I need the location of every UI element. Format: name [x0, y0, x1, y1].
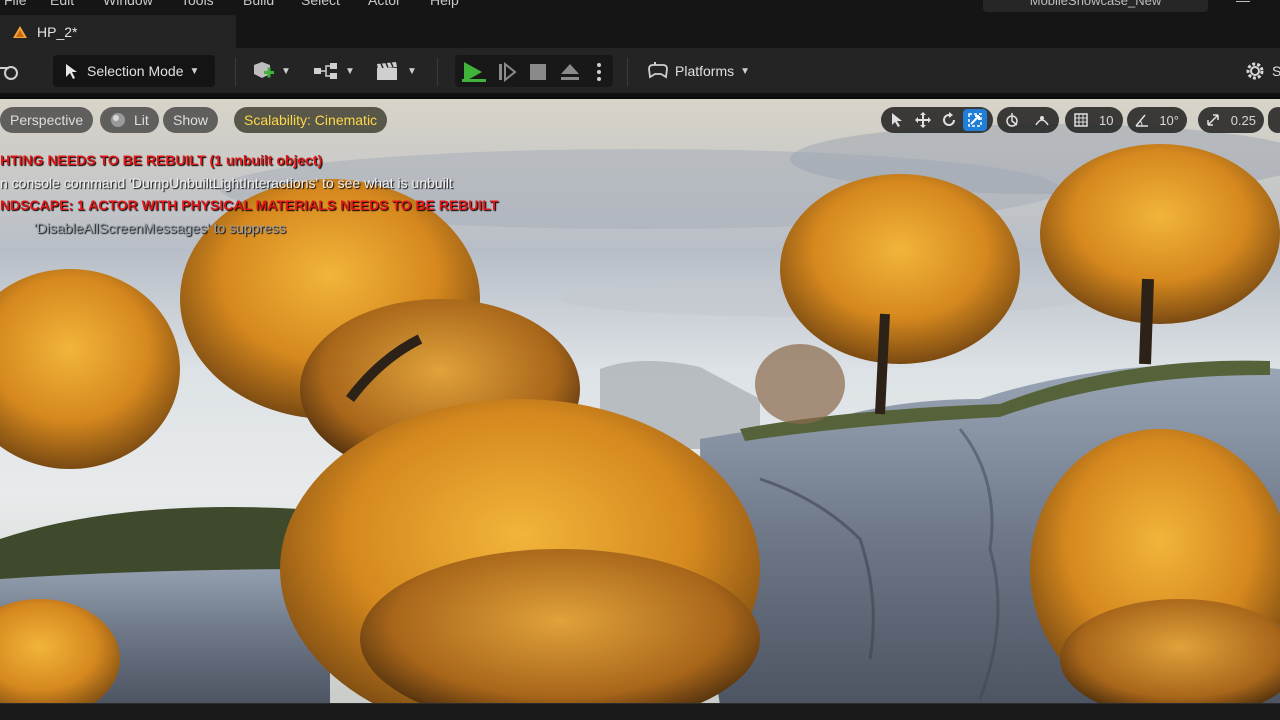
show-button[interactable]: Show: [163, 107, 219, 133]
lighting-rebuild-warning: HTING NEEDS TO BE REBUILT (1 unbuilt obj…: [0, 152, 323, 168]
chevron-down-icon: ▼: [189, 65, 200, 77]
menu-edit[interactable]: Edit: [50, 0, 74, 8]
bottom-status-bar: [0, 703, 1280, 720]
platforms-label: Platforms: [675, 63, 735, 79]
menu-build[interactable]: Build: [243, 0, 274, 8]
toolbar-divider: [627, 58, 628, 86]
grid-snap-value: 10: [1099, 112, 1114, 128]
rotate-icon[interactable]: [937, 109, 961, 131]
rotation-snap-control[interactable]: 10°: [1127, 107, 1187, 133]
chevron-down-icon: ▼: [407, 65, 417, 77]
lit-sphere-icon: [111, 113, 125, 127]
console-hint-message: n console command 'DumpUnbuiltLightInter…: [0, 175, 453, 191]
scale-snap-value: 0.25: [1230, 112, 1256, 128]
scalability-label: Scalability: Cinematic: [244, 112, 378, 128]
platforms-icon: [648, 62, 668, 79]
blueprint-button[interactable]: ▼: [313, 55, 355, 87]
add-actor-button[interactable]: ▼: [251, 55, 291, 87]
coordinate-tools: [997, 107, 1059, 133]
cinematics-button[interactable]: ▼: [375, 55, 417, 87]
cinematics-icon: [377, 62, 397, 80]
show-label: Show: [173, 112, 209, 128]
settings-icon: [1246, 62, 1264, 80]
play-controls: [455, 55, 613, 87]
add-actor-icon: [254, 62, 274, 78]
minimize-icon[interactable]: —: [1236, 0, 1250, 8]
landscape-rebuild-warning: NDSCAPE: 1 ACTOR WITH PHYSICAL MATERIALS…: [0, 197, 499, 213]
selection-mode-label: Selection Mode: [87, 63, 184, 79]
toolbar-divider: [437, 58, 438, 86]
menu-select[interactable]: Select: [301, 0, 340, 8]
menu-bar: File Edit Window Tools Build Select Acto…: [0, 0, 1280, 12]
scale-snap-icon: [1202, 109, 1225, 131]
menu-file[interactable]: File: [4, 0, 27, 8]
view-mode-label: Perspective: [10, 112, 84, 128]
selection-mode-button[interactable]: Selection Mode ▼: [53, 55, 215, 87]
scale-icon[interactable]: [963, 109, 987, 131]
lighting-mode-label: Lit: [134, 112, 149, 128]
grid-snap-icon: [1069, 109, 1093, 131]
surface-snap-icon[interactable]: [1030, 109, 1054, 131]
tab-row: HP_2*: [0, 12, 1280, 48]
content-browser-icon[interactable]: [0, 62, 20, 82]
main-toolbar: Selection Mode ▼ ▼ ▼ ▼ Platforms ▼ S: [0, 48, 1280, 95]
lighting-mode-button[interactable]: Lit: [100, 107, 159, 133]
tab-level[interactable]: HP_2*: [0, 15, 236, 48]
scalability-button[interactable]: Scalability: Cinematic: [234, 107, 388, 133]
grid-snap-control[interactable]: 10: [1065, 107, 1123, 133]
viewport-options-partial[interactable]: [1268, 107, 1280, 133]
select-icon[interactable]: [885, 109, 909, 131]
project-name: MobileShowcase_New: [983, 0, 1208, 12]
level-viewport[interactable]: Perspective Lit Show Scalability: Cinema…: [0, 97, 1280, 703]
menu-help[interactable]: Help: [430, 0, 459, 8]
menu-actor[interactable]: Actor: [368, 0, 401, 8]
rotation-snap-value: 10°: [1159, 112, 1179, 128]
blueprint-icon: [314, 63, 337, 79]
unreal-level-icon: [13, 25, 27, 38]
selection-mode-icon: [66, 64, 77, 79]
toolbar-divider: [235, 58, 236, 86]
world-local-icon[interactable]: [1000, 109, 1024, 131]
menu-window[interactable]: Window: [103, 0, 153, 8]
play-icon[interactable]: [461, 61, 487, 83]
translate-icon[interactable]: [911, 109, 935, 131]
chevron-down-icon: ▼: [281, 65, 291, 77]
menu-tools[interactable]: Tools: [181, 0, 214, 8]
settings-label: S: [1272, 63, 1280, 79]
settings-button[interactable]: S: [1244, 55, 1280, 87]
chevron-down-icon: ▼: [345, 65, 355, 77]
suppress-hint-message: 'DisableAllScreenMessages' to suppress: [34, 220, 287, 236]
view-mode-button[interactable]: Perspective: [0, 107, 94, 133]
advance-frame-icon[interactable]: [497, 62, 517, 82]
stop-icon[interactable]: [528, 62, 548, 82]
transform-tools: [881, 107, 993, 133]
chevron-down-icon: ▼: [740, 65, 751, 77]
eject-icon[interactable]: [559, 62, 581, 82]
scale-snap-control[interactable]: 0.25: [1198, 107, 1264, 133]
platforms-button[interactable]: Platforms ▼: [647, 55, 750, 87]
tab-label: HP_2*: [37, 23, 78, 40]
more-options-icon[interactable]: [595, 61, 603, 83]
rotation-snap-icon: [1131, 109, 1153, 131]
